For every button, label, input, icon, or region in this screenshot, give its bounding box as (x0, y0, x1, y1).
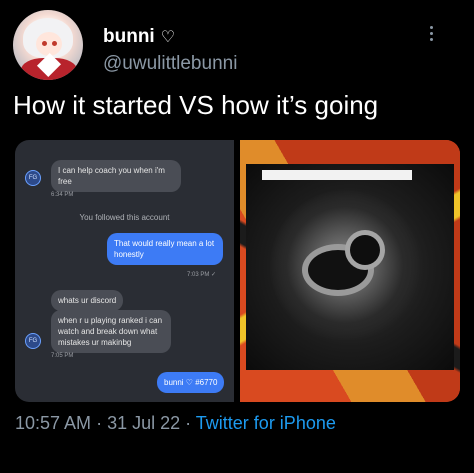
chat-timestamp: 7:03 PM ✓ (187, 272, 217, 278)
chat-screenshot[interactable]: FG I can help coach you when i'm free 6:… (15, 140, 234, 402)
separator: · (180, 413, 196, 433)
fetus-head (350, 235, 380, 265)
chat-message: when r u playing ranked i can watch and … (51, 310, 171, 353)
tweet-source[interactable]: Twitter for iPhone (196, 413, 336, 433)
tweet-metadata: 10:57 AM · 31 Jul 22 · Twitter for iPhon… (15, 413, 336, 434)
chat-message: whats ur discord (51, 290, 124, 311)
name-row[interactable]: bunni ♡ (103, 26, 175, 48)
tweet-text: How it started VS how it’s going (13, 90, 379, 120)
tweet-media[interactable]: FG I can help coach you when i'm free 6:… (15, 140, 460, 402)
ultrasound-photo[interactable] (240, 140, 460, 402)
avatar-eye (42, 41, 47, 46)
chat-message: I can help coach you when i'm free (51, 160, 181, 192)
display-name[interactable]: bunni (103, 26, 155, 48)
censor-bar (262, 170, 412, 180)
more-options-icon[interactable] (430, 26, 433, 41)
tweet: bunni ♡ @uwulittlebunni How it started V… (0, 0, 474, 473)
avatar-eye (52, 41, 57, 46)
tweet-time[interactable]: 10:57 AM (15, 413, 91, 433)
avatar[interactable] (13, 10, 83, 80)
chat-timestamp: 7:05 PM (51, 353, 74, 359)
chat-contact-avatar: FG (25, 333, 41, 349)
chat-message: That would really mean a lot honestly (107, 233, 223, 265)
heart-outline-icon: ♡ (160, 29, 176, 46)
tweet-date[interactable]: 31 Jul 22 (107, 413, 180, 433)
separator: · (91, 413, 108, 433)
chat-timestamp: 6:34 PM (51, 192, 74, 198)
chat-message: bunni ♡ #6770 (157, 372, 225, 393)
user-handle[interactable]: @uwulittlebunni (103, 53, 237, 75)
chat-system-notice: You followed this account (79, 213, 170, 222)
chat-contact-avatar: FG (25, 170, 41, 186)
